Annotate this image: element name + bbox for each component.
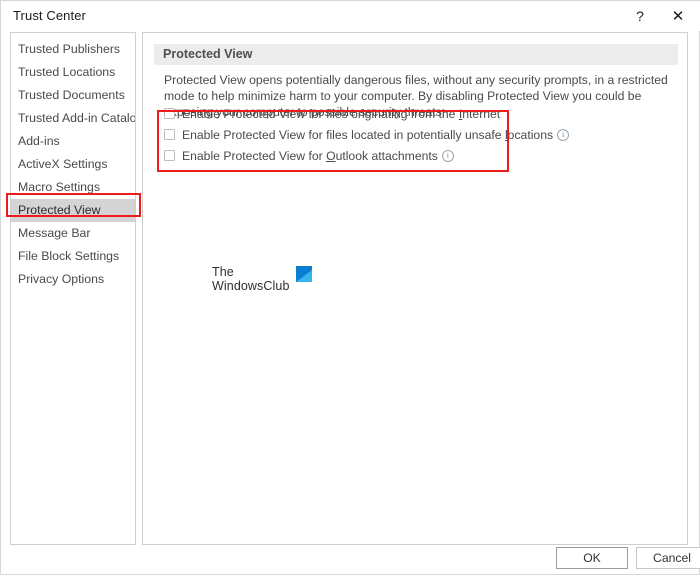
- checkbox-icon[interactable]: [164, 108, 175, 119]
- watermark-line-1: The: [212, 265, 234, 279]
- checkbox-row[interactable]: Enable Protected View for files located …: [164, 125, 570, 144]
- checkbox-label-prefix: Enable Protected View for files located …: [182, 127, 505, 142]
- sidebar-list: Trusted Publishers Trusted Locations Trust…: [11, 33, 135, 291]
- window-title: Trust Center: [13, 8, 86, 23]
- windowsclub-logo-icon: [295, 266, 312, 282]
- help-icon[interactable]: ?: [623, 1, 657, 31]
- section-title: Protected View: [163, 47, 253, 61]
- checkbox-label: Enable Protected View for Outlook attach…: [182, 149, 438, 163]
- checkbox-label: Enable Protected View for files originat…: [182, 107, 500, 121]
- sidebar-item-file-block-settings[interactable]: File Block Settings: [11, 245, 135, 268]
- ok-button[interactable]: OK: [556, 547, 628, 569]
- checkbox-row[interactable]: Enable Protected View for Outlook attach…: [164, 146, 514, 165]
- checkbox-label-suffix: ocations: [507, 127, 554, 142]
- sidebar-item-macro-settings[interactable]: Macro Settings: [11, 176, 135, 199]
- sidebar-item-message-bar[interactable]: Message Bar: [11, 222, 135, 245]
- checkbox-label-suffix: utlook attachments: [335, 148, 438, 163]
- protected-view-options: Enable Protected View for files originat…: [164, 104, 570, 167]
- sidebar-item-add-ins[interactable]: Add-ins: [11, 130, 135, 153]
- watermark-line-2: WindowsClub: [212, 279, 290, 293]
- category-sidebar: Trusted Publishers Trusted Locations Trust…: [10, 32, 136, 545]
- checkbox-label-prefix: Enable Protected View for: [182, 148, 327, 163]
- checkbox-label-prefix: Enable Protected View for files originat…: [182, 106, 459, 121]
- checkbox-accelerator-char: O: [326, 148, 336, 163]
- cancel-button[interactable]: Cancel: [636, 547, 700, 569]
- checkbox-label: Enable Protected View for files located …: [182, 128, 553, 142]
- checkbox-row[interactable]: Enable Protected View for files originat…: [164, 104, 514, 123]
- trust-center-dialog: Trust Center ? ✕ Trusted Publishers Trust…: [0, 0, 700, 575]
- watermark: The WindowsClub: [212, 265, 312, 293]
- sidebar-item-trusted-documents[interactable]: Trusted Documents: [11, 84, 135, 107]
- sidebar-item-trusted-locations[interactable]: Trusted Locations: [11, 61, 135, 84]
- sidebar-item-trusted-publishers[interactable]: Trusted Publishers: [11, 38, 135, 61]
- checkbox-label-suffix: nternet: [462, 106, 501, 121]
- sidebar-item-trusted-add-in-catalogs[interactable]: Trusted Add-in Catalogs: [11, 107, 135, 130]
- checkbox-icon[interactable]: [164, 150, 175, 161]
- sidebar-item-protected-view[interactable]: Protected View: [11, 199, 135, 222]
- info-icon[interactable]: i: [441, 149, 454, 162]
- sidebar-item-privacy-options[interactable]: Privacy Options: [11, 268, 135, 291]
- watermark-text: The WindowsClub: [212, 265, 290, 293]
- checkbox-icon[interactable]: [164, 129, 175, 140]
- title-bar: Trust Center ? ✕: [1, 1, 700, 31]
- section-header-bar: Protected View: [154, 44, 678, 65]
- sidebar-item-activex-settings[interactable]: ActiveX Settings: [11, 153, 135, 176]
- settings-content-panel: Protected View Protected View opens pote…: [142, 32, 688, 545]
- info-icon[interactable]: i: [557, 128, 570, 141]
- close-icon[interactable]: ✕: [661, 1, 695, 31]
